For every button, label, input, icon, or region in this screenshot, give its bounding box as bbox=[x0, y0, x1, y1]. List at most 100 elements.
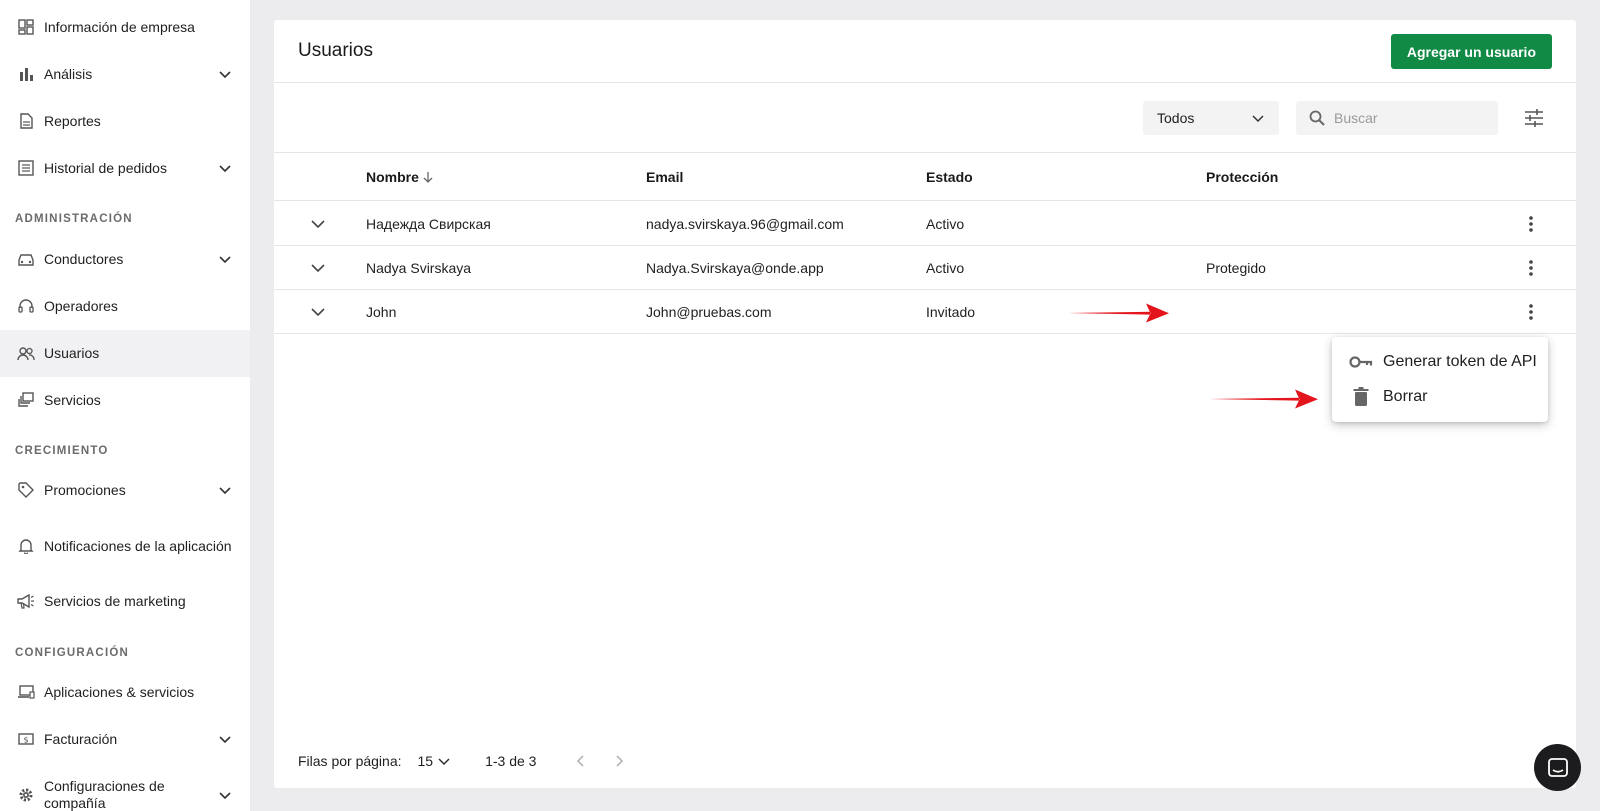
billing-icon: $ bbox=[17, 730, 35, 748]
menu-item-generate-api-token[interactable]: Generar token de API bbox=[1332, 345, 1548, 379]
sidebar-item-aplicaciones[interactable]: Aplicaciones & servicios bbox=[0, 673, 250, 711]
chevron-down-icon bbox=[438, 758, 450, 766]
menu-item-label: Borrar bbox=[1383, 388, 1428, 405]
table-row: Надежда Свирская nadya.svirskaya.96@gmai… bbox=[274, 202, 1576, 246]
devices-icon bbox=[17, 683, 35, 701]
search-field bbox=[1296, 101, 1498, 135]
chevron-down-icon bbox=[219, 487, 231, 495]
rows-per-page-label: Filas por página: bbox=[298, 753, 402, 769]
list-icon bbox=[17, 159, 35, 177]
chat-launcher-button[interactable] bbox=[1534, 744, 1581, 791]
row-context-menu: Generar token de API Borrar bbox=[1332, 337, 1548, 422]
key-icon bbox=[1349, 350, 1373, 374]
layers-icon bbox=[17, 391, 35, 409]
bar-chart-icon bbox=[17, 65, 35, 83]
cell-name: Nadya Svirskaya bbox=[366, 259, 472, 276]
gear-icon bbox=[17, 786, 35, 804]
chevron-down-icon bbox=[1252, 115, 1264, 123]
sidebar-item-servicios[interactable]: Servicios bbox=[0, 381, 250, 419]
pagination-range: 1-3 de 3 bbox=[485, 753, 537, 769]
more-vert-icon bbox=[1529, 260, 1533, 276]
dashboard-icon bbox=[17, 18, 35, 36]
panel-header: Usuarios Agregar un usuario bbox=[274, 20, 1576, 83]
pagination: Filas por página: 15 1-3 de 3 bbox=[298, 750, 646, 772]
sidebar-item-marketing[interactable]: Servicios de marketing bbox=[0, 582, 250, 620]
sidebar-item-label: Configuraciones de compañía bbox=[44, 778, 165, 811]
sidebar-item-label: Notificaciones de la aplicación bbox=[44, 537, 232, 554]
section-title-administracion: ADMINISTRACIÓN bbox=[15, 213, 133, 225]
status-filter-select[interactable]: Todos bbox=[1143, 101, 1279, 135]
cell-name: John bbox=[366, 303, 397, 320]
table-header: Nombre Email Estado Protección bbox=[274, 153, 1576, 201]
next-page-button[interactable] bbox=[608, 750, 630, 772]
row-menu-button[interactable] bbox=[1519, 300, 1543, 324]
chevron-down-icon bbox=[219, 256, 231, 264]
expand-row-icon[interactable] bbox=[308, 258, 328, 278]
megaphone-icon bbox=[17, 592, 35, 610]
annotation-arrow bbox=[1209, 389, 1318, 409]
sidebar-item-reportes[interactable]: Reportes bbox=[0, 102, 250, 140]
sidebar-item-informacion-empresa[interactable]: Información de empresa bbox=[0, 8, 250, 46]
add-user-button[interactable]: Agregar un usuario bbox=[1390, 34, 1552, 69]
sidebar-item-promociones[interactable]: Promociones bbox=[0, 471, 250, 509]
sidebar-item-label: Reportes bbox=[44, 112, 101, 129]
sidebar-item-label: Operadores bbox=[44, 297, 118, 314]
column-header-nombre[interactable]: Nombre bbox=[366, 153, 435, 200]
search-icon bbox=[1309, 110, 1325, 126]
chevron-right-icon bbox=[616, 755, 624, 767]
chevron-down-icon bbox=[219, 165, 231, 173]
sidebar-item-label: Promociones bbox=[44, 481, 126, 498]
sidebar-item-label: Facturación bbox=[44, 730, 118, 747]
column-header-estado[interactable]: Estado bbox=[926, 153, 973, 200]
sidebar-item-conductores[interactable]: Conductores bbox=[0, 240, 250, 278]
sidebar: Información de empresa Análisis Reportes… bbox=[0, 0, 250, 811]
sidebar-item-label: Servicios de marketing bbox=[44, 592, 186, 609]
previous-page-button[interactable] bbox=[570, 750, 592, 772]
page-title: Usuarios bbox=[298, 40, 373, 61]
document-icon bbox=[17, 112, 35, 130]
sidebar-item-operadores[interactable]: Operadores bbox=[0, 287, 250, 325]
trash-icon bbox=[1349, 385, 1373, 409]
cell-status: Activo bbox=[926, 215, 965, 232]
sidebar-item-label: Aplicaciones & servicios bbox=[44, 683, 195, 700]
table-row: John John@pruebas.com Invitado bbox=[274, 290, 1576, 334]
sidebar-item-facturacion[interactable]: $ Facturación bbox=[0, 720, 250, 758]
search-input[interactable] bbox=[1334, 110, 1474, 126]
row-menu-button[interactable] bbox=[1519, 212, 1543, 236]
users-icon bbox=[17, 345, 35, 363]
column-header-proteccion[interactable]: Protección bbox=[1206, 153, 1278, 200]
expand-row-icon[interactable] bbox=[308, 302, 328, 322]
column-header-email[interactable]: Email bbox=[646, 153, 683, 200]
svg-text:$: $ bbox=[23, 736, 28, 745]
row-menu-button[interactable] bbox=[1519, 256, 1543, 280]
expand-row-icon[interactable] bbox=[308, 214, 328, 234]
sidebar-item-historial-pedidos[interactable]: Historial de pedidos bbox=[0, 149, 250, 187]
sidebar-item-label: Historial de pedidos bbox=[44, 159, 167, 176]
sidebar-item-notificaciones[interactable]: Notificaciones de la aplicación bbox=[0, 526, 250, 566]
cell-status: Invitado bbox=[926, 303, 976, 320]
rows-per-page-select[interactable]: 15 bbox=[418, 753, 452, 769]
headset-icon bbox=[17, 297, 35, 315]
sidebar-item-label: Conductores bbox=[44, 250, 124, 267]
cell-protection: Protegido bbox=[1206, 259, 1266, 276]
menu-item-delete[interactable]: Borrar bbox=[1332, 380, 1548, 414]
sidebar-item-configuraciones-compania[interactable]: Configuraciones de compañía bbox=[0, 775, 250, 811]
bell-icon bbox=[17, 537, 35, 555]
chevron-down-icon bbox=[219, 71, 231, 79]
sidebar-item-analisis[interactable]: Análisis bbox=[0, 55, 250, 93]
table-toolbar: Todos bbox=[274, 83, 1576, 153]
sidebar-item-label: Información de empresa bbox=[44, 18, 195, 35]
more-vert-icon bbox=[1529, 304, 1533, 320]
section-title-configuracion: CONFIGURACIÓN bbox=[15, 647, 129, 659]
tag-icon bbox=[17, 481, 35, 499]
annotation-arrow bbox=[1068, 303, 1169, 323]
sidebar-item-label: Usuarios bbox=[44, 345, 100, 361]
sidebar-item-label: Servicios bbox=[44, 391, 101, 408]
cell-email: John@pruebas.com bbox=[646, 303, 772, 320]
sidebar-item-usuarios[interactable]: Usuarios bbox=[0, 330, 250, 377]
tune-icon[interactable] bbox=[1522, 106, 1546, 130]
sidebar-item-label: Análisis bbox=[44, 65, 93, 82]
rows-per-page-value: 15 bbox=[417, 753, 434, 769]
car-icon bbox=[17, 250, 35, 268]
cell-name: Надежда Свирская bbox=[366, 215, 491, 232]
